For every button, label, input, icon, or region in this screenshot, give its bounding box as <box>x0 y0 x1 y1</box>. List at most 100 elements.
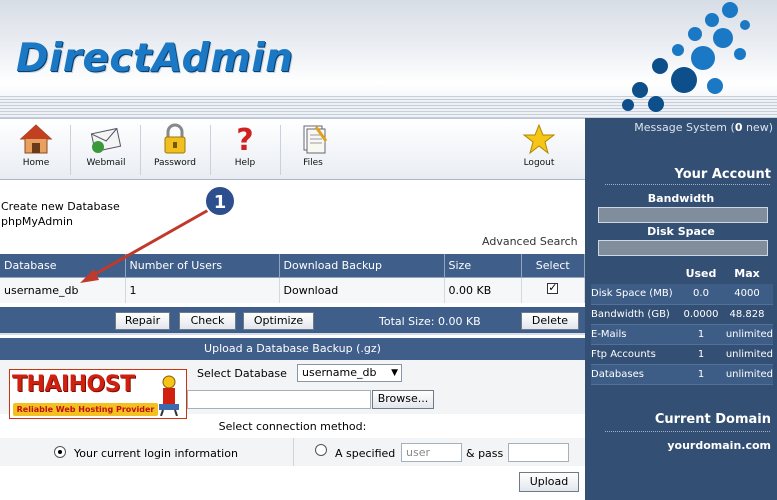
stat-used: 1 <box>681 364 721 385</box>
thaihost-title: THAIHOST <box>12 372 135 397</box>
account-sidebar: Message System (0 new) Your Account Band… <box>585 118 777 500</box>
stat-label: E-Mails <box>591 324 681 345</box>
stat-label: Disk Space (MB) <box>591 284 681 305</box>
pass-label: & pass <box>466 447 504 460</box>
database-name-cell[interactable]: username_db <box>0 277 126 303</box>
current-login-label: Your current login information <box>74 447 238 460</box>
logo-directadmin: DirectAdmin <box>16 36 294 81</box>
stat-max: unlimited <box>721 364 773 385</box>
webmail-icon <box>90 127 122 153</box>
user-input[interactable]: user <box>401 443 462 462</box>
mascot-icon <box>159 375 179 416</box>
col-select: Select <box>521 254 585 278</box>
stat-label: Databases <box>591 364 681 385</box>
backup-file-field[interactable] <box>187 390 371 409</box>
col-database[interactable]: Database <box>0 254 126 278</box>
toolbar-webmail-button[interactable]: Webmail <box>71 123 141 179</box>
col-number-of-users[interactable]: Number of Users <box>125 254 280 278</box>
stat-used: 1 <box>681 344 721 365</box>
select-cell <box>521 277 585 303</box>
home-icon <box>19 124 53 154</box>
divider <box>293 438 294 466</box>
disk-space-label: Disk Space <box>647 225 715 238</box>
stats-row: Bandwidth (GB) 0.0000 48.828 <box>591 304 773 325</box>
stat-max: 48.828 <box>721 304 773 325</box>
upload-section-title: Upload a Database Backup (.gz) <box>0 338 585 360</box>
stats-row: Ftp Accounts 1 unlimited <box>591 344 773 365</box>
col-size[interactable]: Size <box>444 254 522 278</box>
toolbar-help-label: Help <box>234 158 256 168</box>
stats-row: Disk Space (MB) 0.0 4000 <box>591 284 773 305</box>
padlock-icon <box>164 123 186 154</box>
advanced-search-link[interactable]: Advanced Search <box>482 235 578 248</box>
toolbar-files-button[interactable]: Files <box>278 123 348 179</box>
stat-max: unlimited <box>721 344 773 365</box>
header: DirectAdmin <box>0 0 777 118</box>
create-database-link[interactable]: Create new Database <box>1 199 120 214</box>
col-download-backup[interactable]: Download Backup <box>279 254 445 278</box>
toolbar-home-button[interactable]: Home <box>1 123 71 179</box>
action-bar: Repair Check Optimize Total Size: 0.00 K… <box>0 307 585 335</box>
phpmyadmin-link[interactable]: phpMyAdmin <box>1 214 120 229</box>
stats-row: E-Mails 1 unlimited <box>591 324 773 345</box>
users-count-cell: 1 <box>125 277 280 303</box>
toolbar-logout-label: Logout <box>523 158 555 168</box>
table-row: username_db 1 Download 0.00 KB <box>0 277 585 303</box>
divider <box>605 184 770 185</box>
stat-used: 0.0 <box>681 284 721 305</box>
table-header-row: Database Number of Users Download Backup… <box>0 254 585 278</box>
select-database-label: Select Database <box>197 367 287 380</box>
divider <box>605 431 770 432</box>
download-backup-link[interactable]: Download <box>279 277 445 303</box>
files-icon <box>303 125 328 154</box>
usage-stats-header: Used Max <box>591 262 773 284</box>
stat-used: 1 <box>681 324 721 345</box>
chevron-down-icon: ▼ <box>391 368 398 378</box>
disk-space-bar <box>598 240 768 256</box>
bubble-dots-icon <box>622 2 750 112</box>
current-domain-value[interactable]: yourdomain.com <box>667 439 771 452</box>
current-domain-title: Current Domain <box>654 412 771 427</box>
delete-button[interactable]: Delete <box>521 312 579 330</box>
pass-input[interactable] <box>508 443 569 462</box>
message-system-link[interactable]: Message System (0 new) <box>585 121 773 134</box>
bandwidth-bar <box>598 207 768 223</box>
toolbar-password-button[interactable]: Password <box>140 123 210 179</box>
upload-button-row <box>0 466 585 500</box>
thaihost-subtitle: Reliable Web Hosting Provider <box>13 403 158 416</box>
toolbar-help-button[interactable]: ? Help <box>210 123 280 179</box>
stat-label: Bandwidth (GB) <box>591 304 681 325</box>
radio-current-login[interactable] <box>54 446 66 458</box>
help-question-icon: ? <box>236 123 253 155</box>
database-select-value: username_db <box>302 366 377 379</box>
select-checkbox[interactable] <box>547 281 559 295</box>
browse-button[interactable]: Browse... <box>372 390 434 409</box>
toolbar: Home Webmail Password ? Help Files Logou… <box>0 118 585 180</box>
step-badge <box>204 185 236 217</box>
toolbar-logout-button[interactable]: Logout <box>504 123 574 179</box>
radio-specified-login[interactable] <box>315 444 327 456</box>
specified-label: A specified <box>335 447 396 460</box>
upload-button[interactable]: Upload <box>519 472 579 492</box>
connection-method-label: Select connection method: <box>218 420 367 433</box>
step-number: 1 <box>214 192 227 213</box>
logout-star-icon <box>522 123 556 155</box>
toolbar-files-label: Files <box>303 158 323 168</box>
toolbar-home-label: Home <box>22 158 50 168</box>
your-account-title: Your Account <box>674 167 771 182</box>
repair-button[interactable]: Repair <box>115 312 170 330</box>
stat-max: 4000 <box>721 284 773 305</box>
optimize-button[interactable]: Optimize <box>243 312 314 330</box>
database-links: Create new Database phpMyAdmin <box>1 199 120 229</box>
svg-text:?: ? <box>236 123 253 155</box>
bandwidth-label: Bandwidth <box>647 192 715 205</box>
database-table: Database Number of Users Download Backup… <box>0 254 585 303</box>
stat-used: 0.0000 <box>681 304 721 325</box>
thaihost-banner[interactable]: THAIHOST Reliable Web Hosting Provider <box>9 369 187 419</box>
database-select[interactable]: username_db ▼ <box>297 364 402 382</box>
total-size: Total Size: 0.00 KB <box>379 315 481 328</box>
check-button[interactable]: Check <box>179 312 236 330</box>
stats-row: Databases 1 unlimited <box>591 364 773 385</box>
message-system-prefix: Message System ( <box>634 121 735 134</box>
toolbar-password-label: Password <box>153 158 197 168</box>
